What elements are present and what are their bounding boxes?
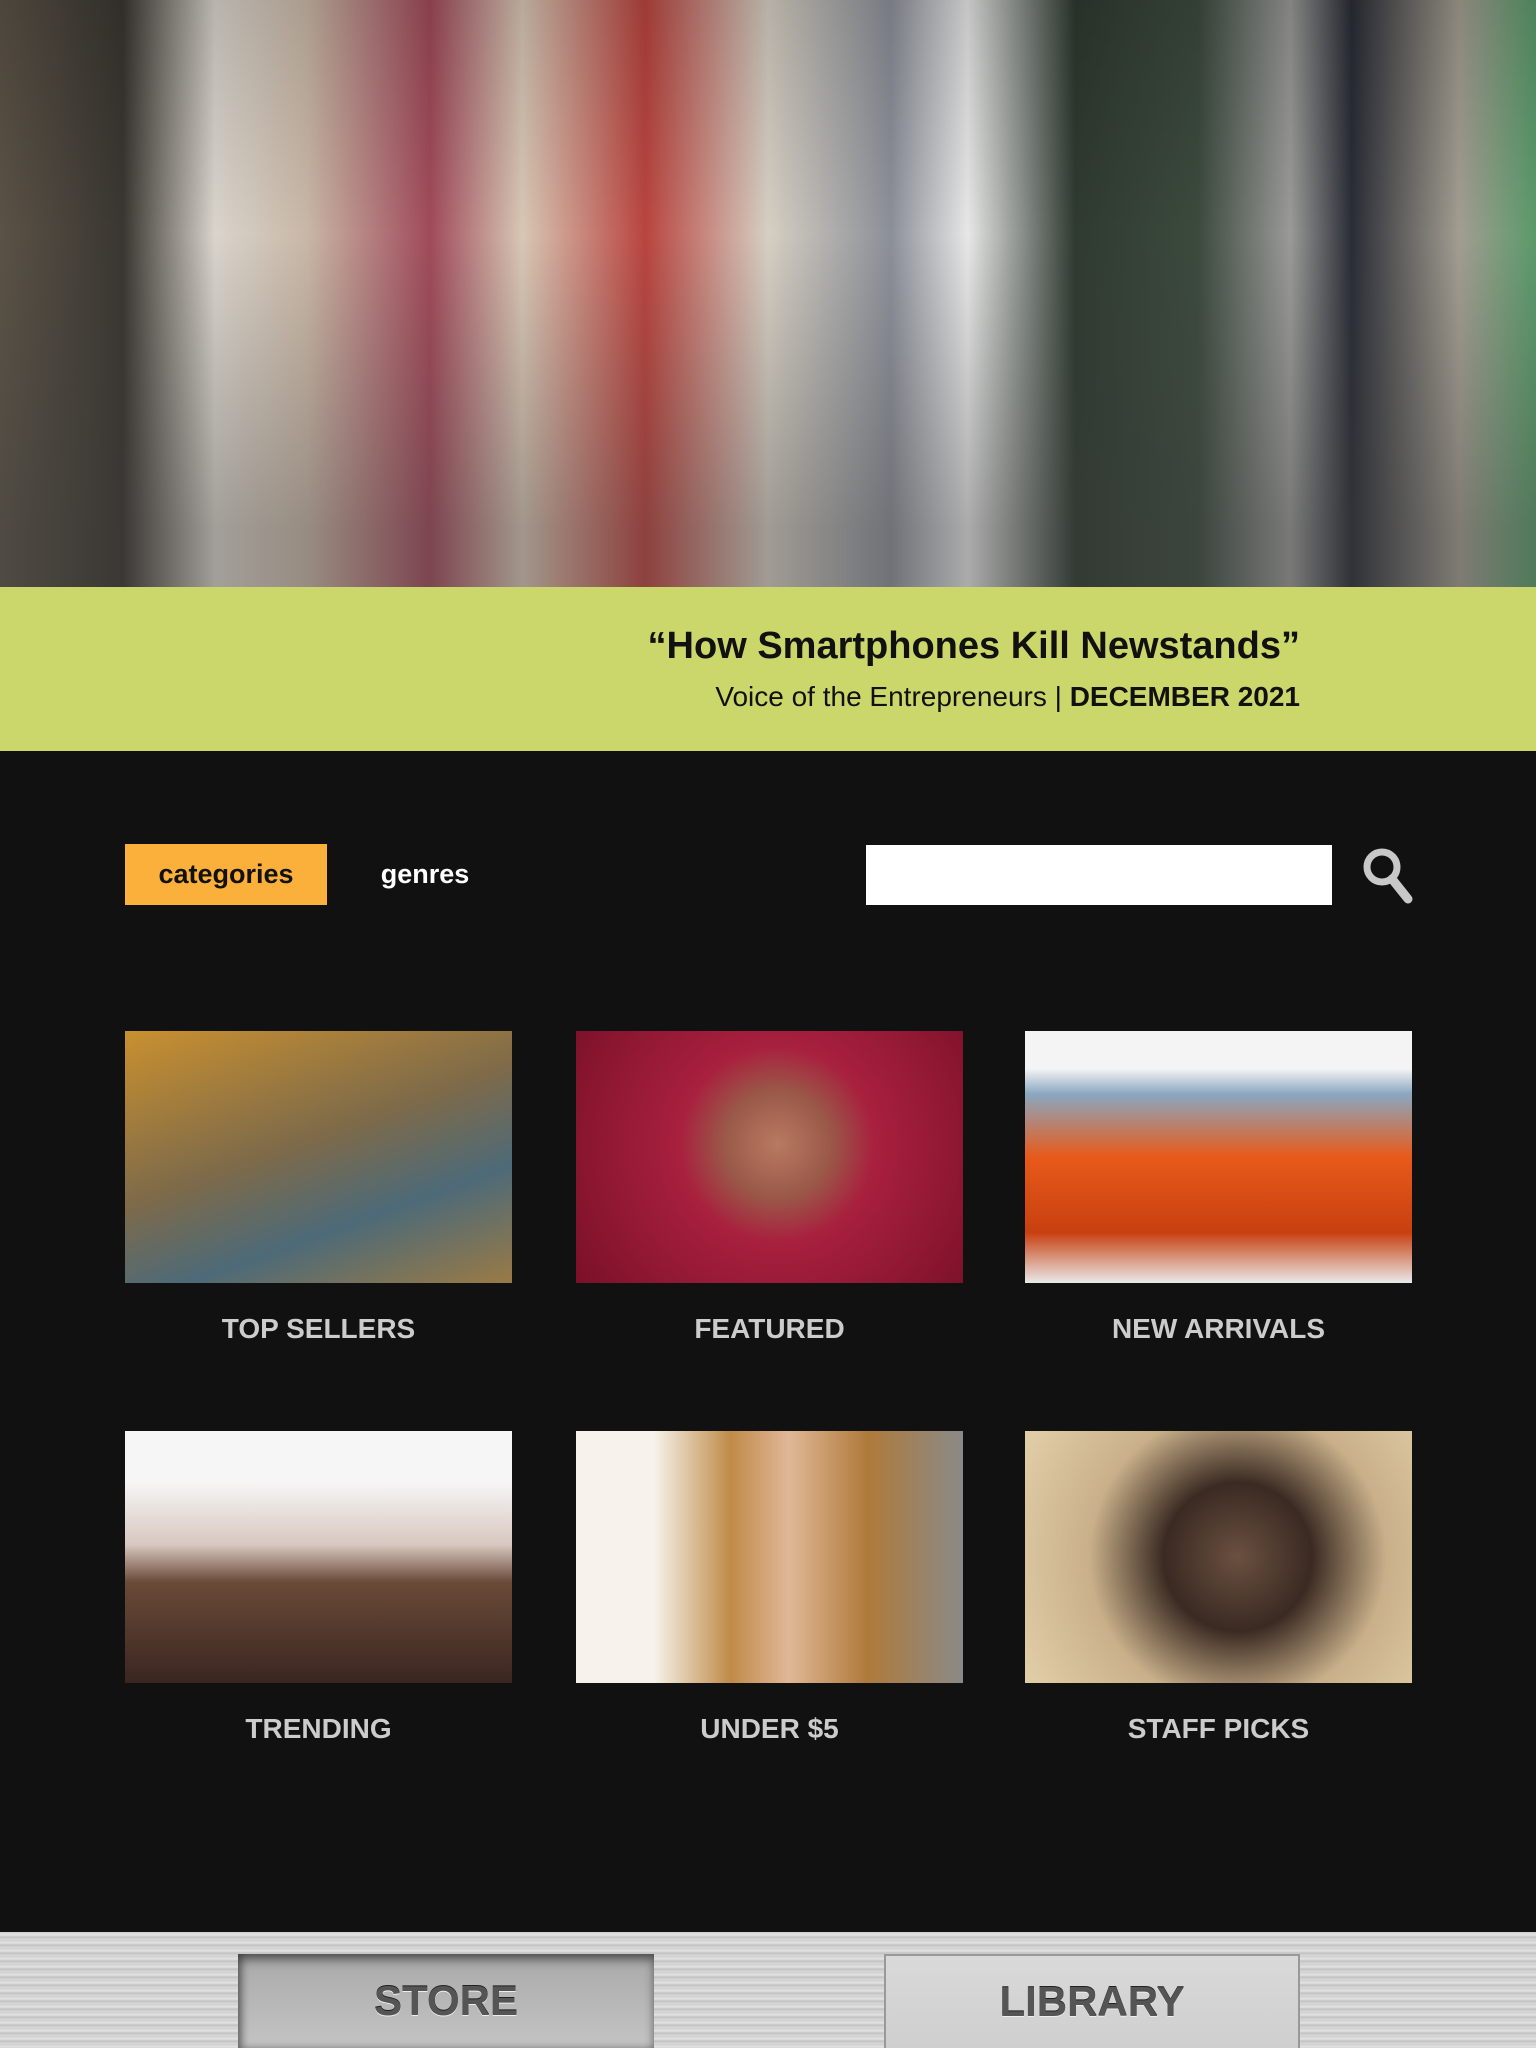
article-banner: “How Smartphones Kill Newstands” Voice o…	[0, 587, 1536, 751]
category-tile-under-5[interactable]: UNDER $5	[576, 1431, 963, 1745]
categories-button[interactable]: categories	[125, 844, 327, 905]
article-byline: Voice of the Entrepreneurs | DECEMBER 20…	[715, 681, 1300, 713]
bottom-tab-bar: STORE LIBRARY	[0, 1932, 1536, 2048]
tab-library[interactable]: LIBRARY	[884, 1954, 1300, 2048]
genres-button[interactable]: genres	[365, 844, 485, 905]
issue-date: DECEMBER 2021	[1069, 681, 1300, 712]
cover-image	[1025, 1431, 1412, 1683]
cover-image	[125, 1031, 512, 1283]
category-tile-staff-picks[interactable]: STAFF PICKS	[1025, 1431, 1412, 1745]
cover-image	[576, 1431, 963, 1683]
cover-image	[125, 1431, 512, 1683]
tile-label: TRENDING	[245, 1713, 392, 1744]
tile-label: NEW ARRIVALS	[1111, 1313, 1326, 1344]
cover-image	[576, 1031, 963, 1283]
tile-label: FEATURED	[694, 1313, 845, 1344]
publication-name: Voice of the Entrepreneurs |	[715, 681, 1070, 712]
cover-image	[1025, 1031, 1412, 1283]
hero-newsstand-image	[0, 0, 1536, 587]
category-tile-trending[interactable]: TRENDING	[125, 1431, 512, 1745]
tile-label: TOP SELLERS	[221, 1313, 416, 1344]
article-title: “How Smartphones Kill Newstands”	[647, 625, 1300, 667]
category-tile-top-sellers[interactable]: TOP SELLERS	[125, 1031, 512, 1345]
search-icon[interactable]	[1360, 845, 1416, 905]
tile-label: UNDER $5	[700, 1713, 839, 1744]
search-input[interactable]	[866, 845, 1332, 905]
tile-label: STAFF PICKS	[1127, 1713, 1310, 1744]
tab-store[interactable]: STORE	[238, 1954, 654, 2048]
category-tile-new-arrivals[interactable]: NEW ARRIVALS	[1025, 1031, 1412, 1345]
category-tile-featured[interactable]: FEATURED	[576, 1031, 963, 1345]
